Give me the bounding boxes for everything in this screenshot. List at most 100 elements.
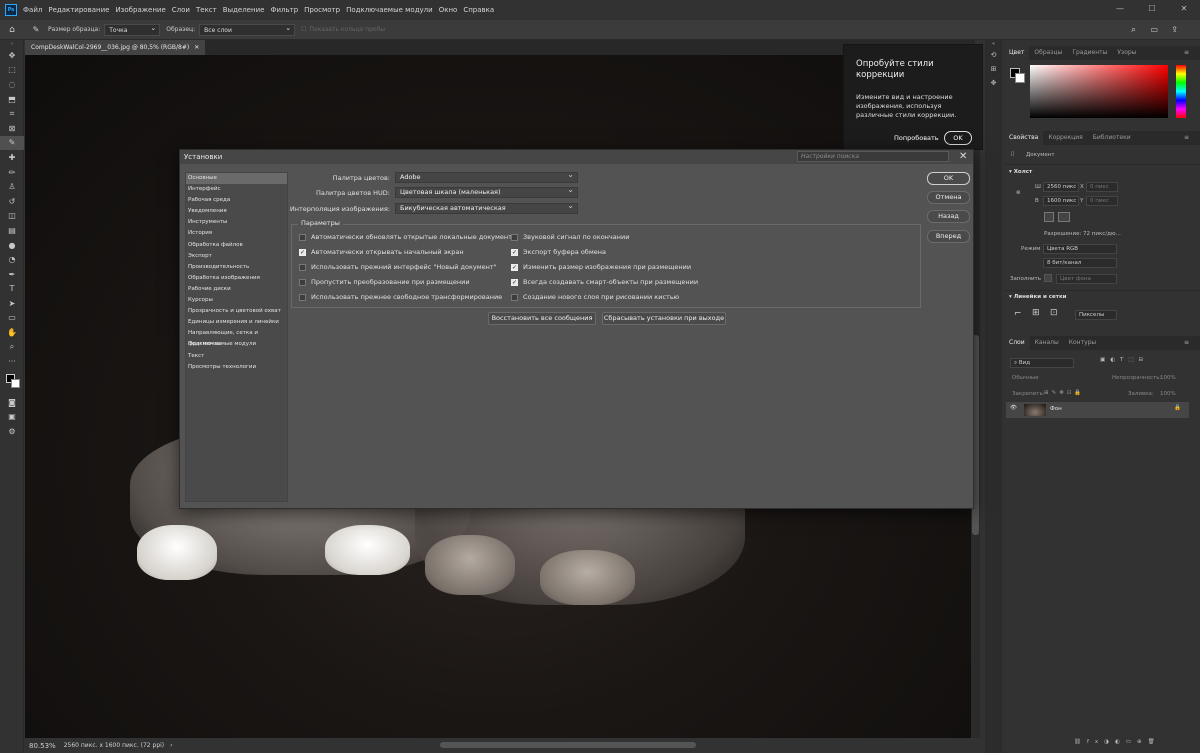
menu-image[interactable]: Изображение [115, 6, 165, 14]
adjust-panel-icon[interactable]: ⊞ [985, 62, 1002, 76]
option-export-clipboard[interactable]: ✓ Экспорт буфера обмена [511, 248, 606, 256]
maximize-icon[interactable]: ☐ [1136, 0, 1168, 20]
x-field[interactable]: 0 пикс [1086, 182, 1118, 192]
checkbox-checked[interactable]: ✓ [299, 248, 306, 256]
tab-layers[interactable]: Слои [1004, 336, 1030, 350]
pen-tool-icon[interactable]: ✒ [0, 267, 24, 282]
category-history[interactable]: История [186, 228, 287, 239]
panel-menu-icon[interactable]: ≡ [1179, 336, 1194, 350]
history-panel-icon[interactable]: ⟲ [985, 48, 1002, 62]
history-brush-tool-icon[interactable]: ↺ [0, 194, 24, 209]
horizontal-scrollbar[interactable] [440, 742, 696, 748]
status-arrow-icon[interactable]: › [170, 742, 172, 749]
zoom-tool-icon[interactable]: ⌕ [0, 340, 24, 355]
link-icon[interactable]: ⊗ [1016, 190, 1021, 196]
menu-select[interactable]: Выделение [223, 6, 265, 14]
eyedropper-tool-icon[interactable]: ✎ [0, 135, 24, 151]
home-icon[interactable]: ⌂ [0, 25, 24, 35]
tool-presets-icon[interactable]: ✥ [985, 76, 1002, 90]
category-scratch-disks[interactable]: Рабочие диски [186, 284, 287, 295]
minimize-icon[interactable]: — [1104, 0, 1136, 20]
layer-filter-search[interactable]: ⌕ Вид [1010, 358, 1074, 368]
hud-picker-select[interactable]: Цветовая шкала (маленькая) [395, 185, 578, 198]
tab-properties[interactable]: Свойства [1004, 131, 1044, 145]
checkbox[interactable] [299, 263, 306, 271]
tab-patterns[interactable]: Узоры [1112, 46, 1141, 60]
search-icon[interactable]: ⌕ [1131, 25, 1136, 35]
tab-swatches[interactable]: Образцы [1029, 46, 1067, 60]
screen-mode-icon[interactable]: ▣ [0, 410, 24, 425]
category-tools[interactable]: Инструменты [186, 217, 287, 228]
canvas-section-header[interactable]: ▾ Холст [1009, 169, 1032, 175]
option-legacy-free-transform[interactable]: Использовать прежнее свободное трансформ… [299, 293, 502, 301]
move-tool-icon[interactable]: ✥ [0, 48, 24, 63]
fill-opacity-value[interactable]: 100% [1160, 391, 1176, 397]
menu-edit[interactable]: Редактирование [48, 6, 109, 14]
lasso-tool-icon[interactable]: ◌ [0, 77, 24, 92]
document-tab[interactable]: CompDeskWalCol-2969__036.jpg @ 80,5% (RG… [25, 40, 206, 55]
tab-channels[interactable]: Каналы [1030, 336, 1064, 350]
tab-adjustments[interactable]: Коррекция [1043, 131, 1087, 145]
layer-name[interactable]: Фон [1050, 406, 1062, 412]
menu-window[interactable]: Окно [439, 6, 458, 14]
option-auto-home-screen[interactable]: ✓ Автоматически открывать начальный экран [299, 248, 464, 256]
category-plugins[interactable]: Подключаемые модули [186, 339, 287, 350]
category-guides-grid[interactable]: Направляющие, сетка и фрагменты [186, 328, 287, 347]
object-select-tool-icon[interactable]: ⬒ [0, 92, 24, 107]
menu-filter[interactable]: Фильтр [270, 6, 298, 14]
rulers-section-header[interactable]: ▾ Линейки и сетки [1009, 294, 1067, 300]
menu-help[interactable]: Справка [463, 6, 494, 14]
visibility-eye-icon[interactable]: 👁 [1010, 405, 1017, 411]
category-transparency-gamut[interactable]: Прозрачность и цветовой охват [186, 306, 287, 317]
toolbar-grip-icon[interactable]: » [0, 40, 24, 48]
content-credentials-icon[interactable]: ⚙ [0, 424, 24, 439]
close-tab-icon[interactable]: ✕ [194, 44, 199, 51]
checkbox-checked[interactable]: ✓ [511, 278, 518, 286]
popup-try-button[interactable]: Попробовать [894, 134, 939, 142]
checkbox-checked[interactable]: ✓ [511, 263, 518, 271]
category-general[interactable]: Основные [186, 173, 287, 185]
hue-slider[interactable] [1176, 65, 1186, 118]
portrait-icon[interactable] [1044, 212, 1054, 222]
restore-messages-button[interactable]: Восстановить все сообщения [488, 312, 596, 325]
type-tool-icon[interactable]: T [0, 282, 24, 297]
color-swatches[interactable] [0, 369, 24, 395]
panel-menu-icon[interactable]: ≡ [1179, 131, 1194, 145]
tab-color[interactable]: Цвет [1004, 46, 1030, 60]
option-skip-transform[interactable]: Пропустить преобразование при размещении [299, 278, 470, 286]
clone-stamp-tool-icon[interactable]: ♙ [0, 179, 24, 194]
frame-tool-icon[interactable]: ⊠ [0, 121, 24, 136]
eyedropper-icon[interactable]: ✎ [24, 25, 48, 34]
menu-type[interactable]: Текст [196, 6, 217, 14]
option-always-smart-objects[interactable]: ✓ Всегда создавать смарт-объекты при разм… [511, 278, 698, 286]
option-new-layer-on-paint[interactable]: Создание нового слоя при рисовании кисть… [511, 293, 679, 301]
eraser-tool-icon[interactable]: ◫ [0, 209, 24, 224]
category-units-rulers[interactable]: Единицы измерения и линейки [186, 317, 287, 328]
tab-libraries[interactable]: Библиотеки [1088, 131, 1136, 145]
sample-size-select[interactable]: Точка [104, 23, 161, 36]
height-field[interactable]: 1600 пикс [1043, 196, 1079, 206]
workspace-icon[interactable]: ▭ [1150, 25, 1158, 34]
landscape-icon[interactable] [1058, 212, 1070, 222]
lock-icons[interactable]: ⊞✎✥⊡🔒 [1044, 390, 1084, 396]
tab-gradients[interactable]: Градиенты [1067, 46, 1112, 60]
layer-row-background[interactable]: 👁 Фон 🔒 [1006, 402, 1189, 418]
popup-ok-button[interactable]: OK [944, 131, 972, 145]
healing-brush-tool-icon[interactable]: ✚ [0, 150, 24, 165]
gradient-tool-icon[interactable]: ▤ [0, 223, 24, 238]
reset-on-exit-button[interactable]: Сбрасывать установки при выходе [602, 312, 726, 325]
depth-select[interactable]: 8 бит/канал [1043, 258, 1117, 268]
crop-tool-icon[interactable]: ⌗ [0, 106, 24, 121]
checkbox-checked[interactable]: ✓ [511, 248, 518, 256]
close-icon[interactable]: ✕ [1168, 0, 1200, 20]
dodge-tool-icon[interactable]: ◔ [0, 252, 24, 267]
marquee-tool-icon[interactable]: ⬚ [0, 63, 24, 78]
panel-menu-icon[interactable]: ≡ [1179, 46, 1194, 60]
blend-mode-select[interactable]: Обычные [1012, 375, 1039, 381]
category-cursors[interactable]: Курсоры [186, 295, 287, 306]
share-icon[interactable]: ⇪ [1171, 25, 1178, 34]
checkbox[interactable] [299, 293, 306, 301]
more-tools-icon[interactable]: ··· [0, 354, 24, 369]
tab-paths[interactable]: Контуры [1064, 336, 1101, 350]
guides-icon[interactable]: ⊡ [1050, 308, 1058, 318]
